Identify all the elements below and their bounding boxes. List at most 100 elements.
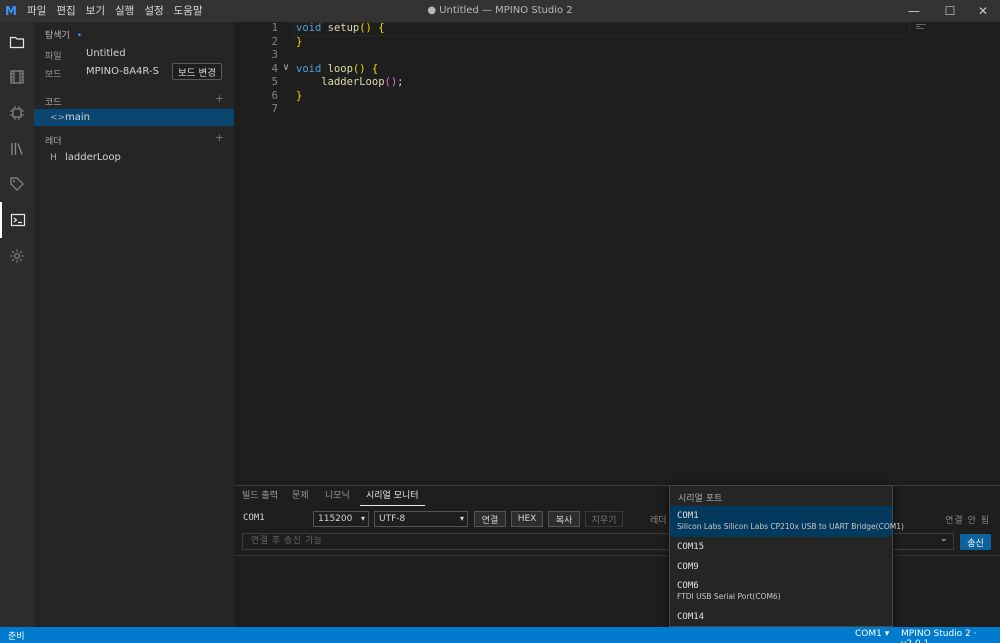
- library-icon[interactable]: [0, 131, 34, 167]
- menu-file[interactable]: 파일: [22, 0, 51, 22]
- explorer-title: 탐색기: [45, 31, 70, 41]
- function-name: loop: [327, 63, 353, 75]
- brace: {: [371, 63, 379, 75]
- paren: (): [359, 22, 372, 34]
- chevron-down-icon: ▾: [459, 514, 464, 523]
- function-name: setup: [327, 22, 360, 34]
- line-number: 6: [271, 90, 278, 102]
- ladder-section-label: 레더: [45, 137, 62, 147]
- file-value: Untitled: [86, 48, 126, 59]
- keyword: void: [296, 22, 322, 34]
- encoding-value: UTF-8: [379, 514, 406, 524]
- tree-item-ladderloop[interactable]: H ladderLoop: [34, 149, 234, 166]
- hex-button[interactable]: HEX: [511, 511, 543, 527]
- minimize-button[interactable]: —: [897, 0, 931, 22]
- code-line-2: }: [296, 36, 302, 48]
- chevron-down-icon[interactable]: ⌄: [940, 534, 948, 544]
- brace: }: [296, 36, 303, 48]
- port-option-com15[interactable]: COM15: [670, 537, 892, 557]
- line-number: 1: [271, 22, 278, 34]
- function-name: ladderLoop: [321, 76, 385, 88]
- close-button[interactable]: ✕: [966, 0, 1000, 22]
- chevron-down-icon: ▾: [360, 514, 365, 523]
- connection-status: 연결 안 됨: [945, 516, 990, 526]
- port-dropdown: 시리얼 포트 COM1 Silicon Labs Silicon Labs CP…: [669, 485, 904, 627]
- unsaved-dot-icon: •: [76, 31, 83, 41]
- port-desc: Silicon Labs Silicon Labs CP210x USB to …: [677, 522, 904, 531]
- port-name: COM15: [677, 542, 705, 552]
- keyword: void: [296, 63, 322, 75]
- tree-item-label: ladderLoop: [65, 152, 121, 163]
- app-logo: M: [5, 4, 17, 18]
- line-number: 7: [271, 103, 278, 115]
- code-file-icon: <>: [50, 112, 66, 123]
- folder-icon[interactable]: [0, 24, 34, 60]
- encoding-select[interactable]: UTF-8 ▾: [374, 511, 468, 527]
- baud-value: 115200: [318, 514, 353, 524]
- port-option-com6[interactable]: COM6 FTDI USB Serial Port(COM6): [670, 577, 892, 607]
- port-option-com1[interactable]: COM1 Silicon Labs Silicon Labs CP210x US…: [670, 506, 904, 537]
- tab-problems[interactable]: 문제: [292, 486, 309, 506]
- code-line-5: ladderLoop();: [296, 76, 404, 88]
- tree-item-main[interactable]: <> main: [34, 109, 234, 126]
- status-port-selector[interactable]: COM1 ▾: [855, 629, 889, 639]
- menu-settings[interactable]: 설정: [139, 0, 168, 22]
- title-bar: M 파일 편집 보기 실행 설정 도움말 ● Untitled — MPINO …: [0, 0, 1000, 22]
- add-code-icon[interactable]: +: [215, 92, 224, 105]
- explorer-sidebar: 탐색기 • 파일 Untitled 보드 MPINO-8A4R-S 보드 변경 …: [34, 22, 234, 627]
- semicolon: ;: [397, 76, 404, 88]
- port-option-com14[interactable]: COM14: [670, 607, 892, 626]
- paren: (): [352, 63, 366, 75]
- ladder-file-icon: H: [50, 152, 57, 163]
- brace: {: [378, 22, 385, 34]
- brace: }: [296, 90, 303, 102]
- menu-help[interactable]: 도움말: [169, 0, 208, 22]
- code-section-label: 코드: [45, 98, 62, 108]
- board-value: MPINO-8A4R-S: [86, 66, 159, 77]
- status-bar: 준비 COM1 ▾ MPINO Studio 2 · v2.0.1: [0, 627, 1000, 643]
- maximize-button[interactable]: ☐: [933, 0, 967, 22]
- status-version: MPINO Studio 2 · v2.0.1: [901, 629, 977, 643]
- tag-icon[interactable]: [0, 166, 34, 202]
- line-number: 5: [271, 76, 278, 88]
- clear-button[interactable]: 지우기: [585, 511, 623, 527]
- explorer-header: 탐색기 •: [45, 28, 82, 41]
- activity-bar: [0, 22, 34, 627]
- code-editor[interactable]: 1 2 3 4 5 6 7 ∨ void setup() { } void lo…: [234, 22, 1000, 485]
- code-line-6: }: [296, 90, 302, 102]
- port-dropdown-title: 시리얼 포트: [678, 494, 723, 504]
- film-icon[interactable]: [0, 59, 34, 95]
- port-name: COM6: [677, 581, 699, 591]
- menu-edit[interactable]: 편집: [51, 0, 80, 22]
- minimap[interactable]: [916, 24, 928, 30]
- fold-chevron-icon[interactable]: ∨: [283, 62, 289, 73]
- menu-view[interactable]: 보기: [81, 0, 110, 22]
- send-button[interactable]: 송신: [960, 534, 991, 550]
- add-ladder-icon[interactable]: +: [215, 131, 224, 144]
- code-line-4: void loop() {: [296, 63, 378, 75]
- terminal-icon[interactable]: [0, 202, 34, 238]
- baud-select[interactable]: 115200 ▾: [313, 511, 369, 527]
- copy-button[interactable]: 복사: [548, 511, 580, 527]
- board-change-button[interactable]: 보드 변경: [172, 63, 222, 80]
- current-line-highlight: [294, 22, 910, 36]
- menu-run[interactable]: 실행: [110, 0, 139, 22]
- port-desc: FTDI USB Serial Port(COM6): [677, 592, 781, 601]
- line-number: 2: [271, 36, 278, 48]
- gear-icon[interactable]: [0, 238, 34, 274]
- port-option-com9[interactable]: COM9: [670, 557, 892, 577]
- tab-build-output[interactable]: 빌드 출력: [242, 486, 278, 506]
- line-number: 3: [271, 49, 278, 61]
- chip-icon[interactable]: [0, 95, 34, 131]
- paren: (): [384, 76, 398, 88]
- tab-serial-monitor[interactable]: 시리얼 모니터: [360, 486, 425, 506]
- ladder-label: 레더: [650, 516, 667, 526]
- tab-mnemonic[interactable]: 니모닉: [325, 486, 350, 506]
- port-name: COM1: [677, 511, 699, 521]
- port-name: COM14: [677, 612, 705, 622]
- line-number: 4: [271, 63, 278, 75]
- connect-button[interactable]: 연결: [474, 511, 506, 527]
- port-name: COM9: [677, 562, 699, 572]
- board-label: 보드: [45, 70, 62, 80]
- code-line-1: void setup() {: [296, 22, 385, 34]
